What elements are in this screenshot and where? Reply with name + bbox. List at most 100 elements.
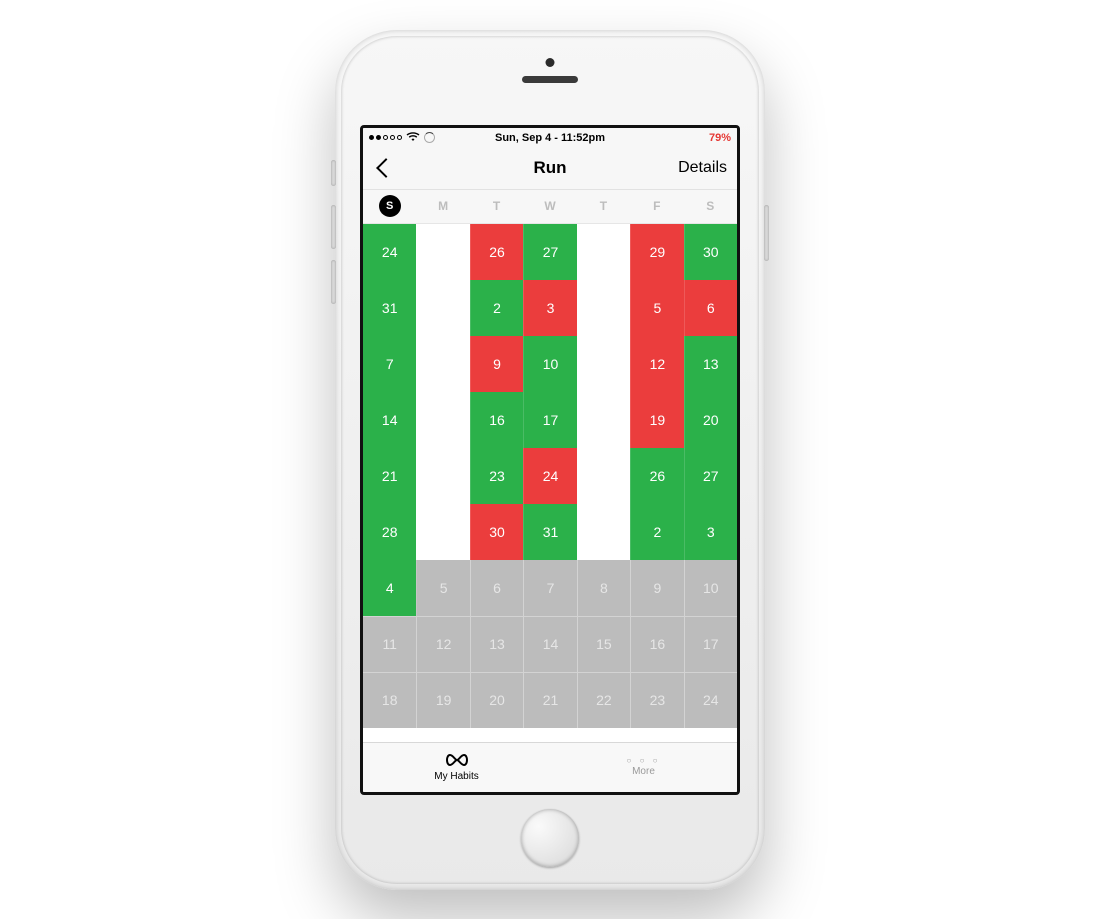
dow-cell: M xyxy=(416,190,469,223)
calendar-day[interactable]: 26 xyxy=(470,224,523,280)
calendar-day[interactable] xyxy=(416,336,469,392)
tab-bar: My Habits ○ ○ ○ More xyxy=(363,742,737,792)
calendar-day[interactable]: 27 xyxy=(523,224,576,280)
phone-speaker xyxy=(522,76,578,83)
calendar-day[interactable]: 13 xyxy=(684,336,737,392)
calendar-day[interactable] xyxy=(416,504,469,560)
calendar-day: 12 xyxy=(416,616,469,672)
calendar-day[interactable] xyxy=(577,336,630,392)
calendar-day: 5 xyxy=(416,560,469,616)
calendar-day[interactable]: 21 xyxy=(363,448,416,504)
dow-cell: T xyxy=(577,190,630,223)
screen: Sun, Sep 4 - 11:52pm 79% Run Details SMT… xyxy=(360,125,740,795)
calendar-day: 23 xyxy=(630,672,683,728)
more-dots-icon: ○ ○ ○ xyxy=(627,757,661,765)
calendar-day: 19 xyxy=(416,672,469,728)
chevron-left-icon xyxy=(376,158,396,178)
calendar-day[interactable] xyxy=(416,448,469,504)
calendar-row: 7910 1213 xyxy=(363,336,737,392)
calendar-day[interactable]: 3 xyxy=(523,280,576,336)
status-bar: Sun, Sep 4 - 11:52pm 79% xyxy=(363,128,737,148)
tab-my-habits[interactable]: My Habits xyxy=(363,743,550,792)
calendar-day[interactable]: 28 xyxy=(363,504,416,560)
calendar-day: 24 xyxy=(684,672,737,728)
nav-header: Run Details xyxy=(363,148,737,190)
day-of-week-header: SMTWTFS xyxy=(363,190,737,224)
calendar-row: 31 2356 xyxy=(363,280,737,336)
calendar-day: 21 xyxy=(523,672,576,728)
calendar-day[interactable]: 14 xyxy=(363,392,416,448)
calendar-day: 6 xyxy=(470,560,523,616)
calendar-day[interactable] xyxy=(577,448,630,504)
calendar-day[interactable]: 17 xyxy=(523,392,576,448)
calendar-day[interactable]: 6 xyxy=(684,280,737,336)
status-left xyxy=(369,132,495,144)
calendar-day: 22 xyxy=(577,672,630,728)
calendar-day[interactable] xyxy=(577,392,630,448)
phone-camera xyxy=(546,58,555,67)
calendar-scroll[interactable]: 2426272930312356791012131416171920212324… xyxy=(363,224,737,742)
calendar-day[interactable]: 30 xyxy=(470,504,523,560)
calendar-day[interactable]: 10 xyxy=(523,336,576,392)
calendar-day: 18 xyxy=(363,672,416,728)
calendar-day: 20 xyxy=(470,672,523,728)
infinity-icon xyxy=(444,752,470,770)
calendar-day[interactable] xyxy=(577,280,630,336)
calendar-day[interactable]: 5 xyxy=(630,280,683,336)
tab-more[interactable]: ○ ○ ○ More xyxy=(550,743,737,792)
details-button[interactable]: Details xyxy=(678,159,727,177)
calendar-day[interactable]: 29 xyxy=(630,224,683,280)
calendar-row: 28 3031 23 xyxy=(363,504,737,560)
tab-label: My Habits xyxy=(434,771,478,782)
dow-cell: W xyxy=(523,190,576,223)
calendar-day[interactable]: 20 xyxy=(684,392,737,448)
calendar-day[interactable]: 27 xyxy=(684,448,737,504)
calendar-day[interactable]: 31 xyxy=(363,280,416,336)
calendar-day[interactable]: 24 xyxy=(523,448,576,504)
dow-cell: T xyxy=(470,190,523,223)
calendar-day[interactable]: 12 xyxy=(630,336,683,392)
calendar-day: 13 xyxy=(470,616,523,672)
calendar-day[interactable] xyxy=(416,392,469,448)
calendar-day[interactable]: 31 xyxy=(523,504,576,560)
calendar-day[interactable]: 26 xyxy=(630,448,683,504)
calendar-day[interactable]: 19 xyxy=(630,392,683,448)
calendar-day[interactable]: 3 xyxy=(684,504,737,560)
calendar-day[interactable]: 30 xyxy=(684,224,737,280)
calendar-day[interactable]: 24 xyxy=(363,224,416,280)
volume-up-button[interactable] xyxy=(331,205,336,249)
calendar-day[interactable]: 16 xyxy=(470,392,523,448)
calendar-row: 18192021222324 xyxy=(363,672,737,728)
volume-down-button[interactable] xyxy=(331,260,336,304)
calendar-day[interactable] xyxy=(416,224,469,280)
today-badge: S xyxy=(379,195,401,217)
calendar-row: 14 1617 1920 xyxy=(363,392,737,448)
calendar-row: 21 2324 2627 xyxy=(363,448,737,504)
calendar-day[interactable]: 4 xyxy=(363,560,416,616)
calendar-day[interactable]: 7 xyxy=(363,336,416,392)
calendar-day: 7 xyxy=(523,560,576,616)
wifi-icon xyxy=(406,132,420,144)
calendar-day: 11 xyxy=(363,616,416,672)
power-button[interactable] xyxy=(764,205,769,261)
calendar-day[interactable] xyxy=(577,224,630,280)
calendar-day: 8 xyxy=(577,560,630,616)
calendar-day[interactable] xyxy=(577,504,630,560)
mute-switch[interactable] xyxy=(331,160,336,186)
calendar-day: 17 xyxy=(684,616,737,672)
calendar-day[interactable] xyxy=(416,280,469,336)
phone-frame: Sun, Sep 4 - 11:52pm 79% Run Details SMT… xyxy=(335,30,765,890)
calendar-day[interactable]: 9 xyxy=(470,336,523,392)
calendar-day: 10 xyxy=(684,560,737,616)
calendar-day[interactable]: 23 xyxy=(470,448,523,504)
dow-cell: S xyxy=(684,190,737,223)
cellular-signal-icon xyxy=(369,135,402,140)
battery-pct: 79% xyxy=(605,132,731,144)
calendar-day[interactable]: 2 xyxy=(630,504,683,560)
calendar-day: 15 xyxy=(577,616,630,672)
home-button[interactable] xyxy=(521,809,579,867)
calendar-day: 9 xyxy=(630,560,683,616)
back-button[interactable] xyxy=(373,155,399,181)
calendar-day[interactable]: 2 xyxy=(470,280,523,336)
calendar-row: 24 2627 2930 xyxy=(363,224,737,280)
